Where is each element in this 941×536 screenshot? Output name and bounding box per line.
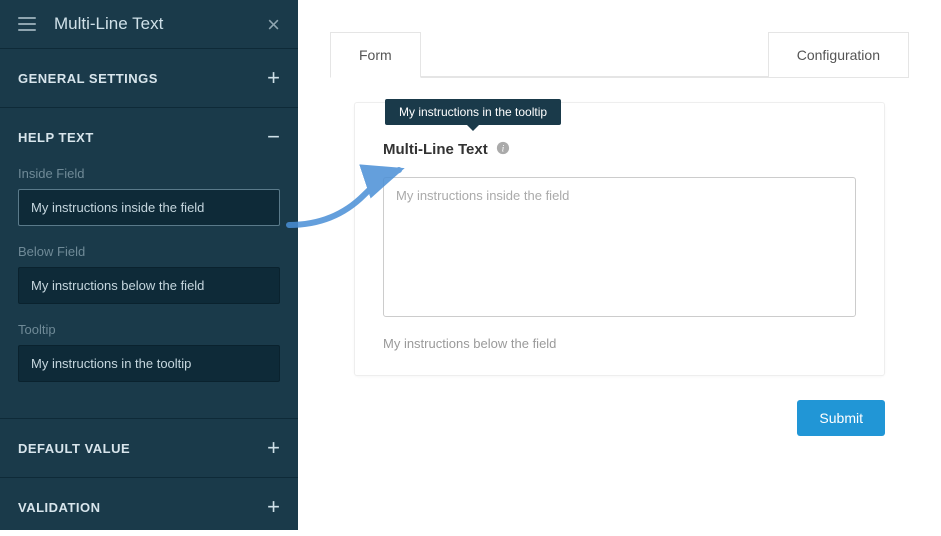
multiline-textarea[interactable] xyxy=(383,177,856,317)
section-validation-title: VALIDATION xyxy=(18,500,101,515)
section-general: GENERAL SETTINGS + xyxy=(0,48,298,107)
tab-form[interactable]: Form xyxy=(330,32,421,78)
form-field-label: Multi-Line Text xyxy=(383,141,488,158)
plus-icon: + xyxy=(267,437,280,459)
sidebar-title: Multi-Line Text xyxy=(54,14,163,34)
section-general-header[interactable]: GENERAL SETTINGS + xyxy=(0,49,298,107)
svg-text:i: i xyxy=(502,144,505,155)
section-help-body: Inside Field Below Field Tooltip xyxy=(0,166,298,418)
submit-button[interactable]: Submit xyxy=(797,400,885,436)
section-help: HELP TEXT − Inside Field Below Field Too… xyxy=(0,107,298,418)
section-validation: VALIDATION + xyxy=(0,477,298,536)
main: Form Configuration My instructions in th… xyxy=(298,0,941,530)
tab-configuration[interactable]: Configuration xyxy=(768,32,909,77)
section-default-header[interactable]: DEFAULT VALUE + xyxy=(0,419,298,477)
minus-icon: − xyxy=(267,126,280,148)
section-default: DEFAULT VALUE + xyxy=(0,418,298,477)
tooltip: My instructions in the tooltip xyxy=(385,99,561,125)
field-inside-label: Inside Field xyxy=(18,166,280,181)
submit-row: Submit xyxy=(354,400,885,436)
field-below-label: Below Field xyxy=(18,244,280,259)
tab-spacer xyxy=(421,32,768,77)
field-below: Below Field xyxy=(18,244,280,304)
section-validation-header[interactable]: VALIDATION + xyxy=(0,478,298,536)
field-inside-input[interactable] xyxy=(18,189,280,226)
plus-icon: + xyxy=(267,67,280,89)
field-inside: Inside Field xyxy=(18,166,280,226)
field-below-input[interactable] xyxy=(18,267,280,304)
section-help-header[interactable]: HELP TEXT − xyxy=(0,108,298,166)
field-tooltip-label: Tooltip xyxy=(18,322,280,337)
close-icon[interactable]: × xyxy=(267,12,280,38)
sidebar: Multi-Line Text × GENERAL SETTINGS + HEL… xyxy=(0,0,298,530)
field-tooltip-input[interactable] xyxy=(18,345,280,382)
field-tooltip: Tooltip xyxy=(18,322,280,382)
sidebar-header: Multi-Line Text × xyxy=(0,0,298,48)
tabs: Form Configuration xyxy=(330,32,909,78)
section-general-title: GENERAL SETTINGS xyxy=(18,71,158,86)
menu-icon[interactable] xyxy=(18,17,36,31)
plus-icon: + xyxy=(267,496,280,518)
section-help-title: HELP TEXT xyxy=(18,130,94,145)
section-default-title: DEFAULT VALUE xyxy=(18,441,130,456)
info-icon[interactable]: i xyxy=(496,141,510,155)
below-field-text: My instructions below the field xyxy=(383,336,856,351)
form-panel: My instructions in the tooltip Multi-Lin… xyxy=(354,102,885,376)
